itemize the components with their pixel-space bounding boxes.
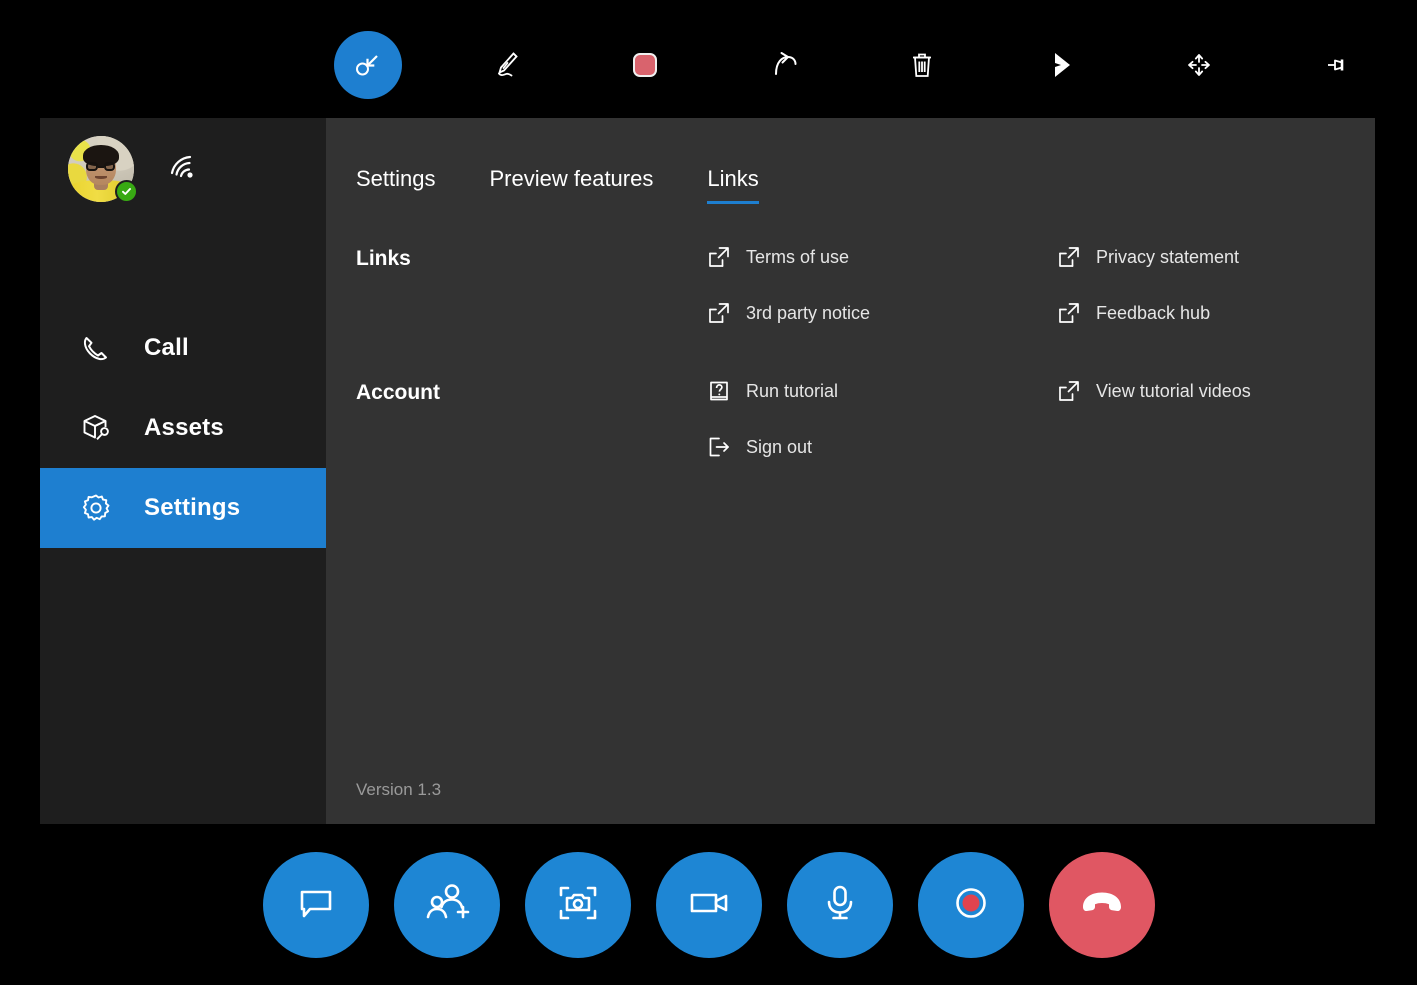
settings-content: Settings Preview features Links Links (326, 118, 1375, 824)
move-tool[interactable] (1165, 31, 1233, 99)
hangup-phone-icon (1075, 876, 1129, 935)
trash-icon (905, 48, 939, 82)
external-link-icon (1056, 244, 1082, 270)
video-button[interactable] (656, 852, 762, 958)
tab-settings[interactable]: Settings (356, 166, 436, 204)
link-label: 3rd party notice (746, 303, 870, 324)
app-root: Call Assets (0, 0, 1417, 985)
pin-icon (1320, 47, 1356, 83)
tab-underline (707, 201, 758, 204)
sidebar-item-label: Call (144, 334, 189, 362)
select-arrow-icon (350, 47, 386, 83)
help-box-icon (706, 378, 732, 404)
undo-tool[interactable] (750, 31, 818, 99)
add-person-icon (421, 877, 473, 934)
tab-bar: Settings Preview features Links (326, 118, 1375, 204)
add-people-button[interactable] (394, 852, 500, 958)
version-label: Version 1.3 (356, 780, 441, 800)
video-camera-icon (683, 877, 735, 934)
link-label: View tutorial videos (1096, 381, 1251, 402)
camera-frame-icon (552, 877, 604, 934)
sidebar-item-label: Settings (144, 494, 240, 522)
box-tool-icon (76, 408, 116, 448)
select-tool[interactable] (334, 31, 402, 99)
link-feedback-hub[interactable]: Feedback hub (1056, 300, 1375, 326)
group-title: Links (356, 244, 706, 326)
sidebar-item-call[interactable]: Call (40, 308, 326, 388)
profile-header (68, 136, 204, 202)
pin-tool[interactable] (1304, 31, 1372, 99)
call-action-bar (0, 825, 1417, 985)
sidebar-item-settings[interactable]: Settings (40, 468, 326, 548)
record-icon (945, 877, 997, 934)
sidebar-item-assets[interactable]: Assets (40, 388, 326, 468)
link-label: Sign out (746, 437, 812, 458)
link-view-tutorial-videos[interactable]: View tutorial videos (1056, 378, 1375, 404)
tab-label: Settings (356, 166, 436, 191)
link-privacy-statement[interactable]: Privacy statement (1056, 244, 1375, 270)
arrow-marker-icon (1043, 47, 1079, 83)
link-label: Privacy statement (1096, 247, 1239, 268)
group-links: Run tutorial View tutorial videos (706, 378, 1375, 460)
undo-icon (765, 46, 803, 84)
link-sign-out[interactable]: Sign out (706, 434, 1056, 460)
tab-label: Preview features (490, 166, 654, 191)
link-terms-of-use[interactable]: Terms of use (706, 244, 1056, 270)
arrow-tool[interactable] (1027, 31, 1095, 99)
chat-bubble-icon (291, 878, 341, 933)
gear-icon (76, 488, 116, 528)
sidebar-nav: Call Assets (40, 308, 326, 548)
snapshot-button[interactable] (525, 852, 631, 958)
sidebar: Call Assets (40, 118, 326, 824)
wifi-signal-icon (162, 148, 204, 190)
hangup-button[interactable] (1049, 852, 1155, 958)
link-run-tutorial[interactable]: Run tutorial (706, 378, 1056, 404)
account-group: Account Run tutorial (326, 378, 1375, 460)
color-tool[interactable] (611, 31, 679, 99)
pen-icon (488, 46, 526, 84)
ink-tool[interactable] (473, 31, 541, 99)
group-title: Account (356, 378, 706, 460)
link-label: Terms of use (746, 247, 849, 268)
mic-button[interactable] (787, 852, 893, 958)
links-group: Links Terms of use (326, 244, 1375, 326)
link-3rd-party-notice[interactable]: 3rd party notice (706, 300, 1056, 326)
avatar[interactable] (68, 136, 134, 202)
settings-window: Call Assets (40, 118, 1375, 824)
annotation-toolbar (0, 0, 1417, 130)
chat-button[interactable] (263, 852, 369, 958)
color-swatch-icon (628, 48, 662, 82)
link-label: Run tutorial (746, 381, 838, 402)
group-links: Terms of use Privacy statement (706, 244, 1375, 326)
sign-out-icon (706, 434, 732, 460)
delete-tool[interactable] (888, 31, 956, 99)
link-label: Feedback hub (1096, 303, 1210, 324)
sidebar-item-label: Assets (144, 414, 224, 442)
external-link-icon (706, 300, 732, 326)
presence-available-icon (115, 180, 138, 203)
tab-preview-features[interactable]: Preview features (490, 166, 654, 204)
microphone-icon (815, 878, 865, 933)
move-icon (1181, 47, 1217, 83)
record-button[interactable] (918, 852, 1024, 958)
external-link-icon (706, 244, 732, 270)
external-link-icon (1056, 300, 1082, 326)
tab-links[interactable]: Links (707, 166, 758, 204)
phone-icon (76, 328, 116, 368)
external-link-icon (1056, 378, 1082, 404)
tab-label: Links (707, 166, 758, 191)
